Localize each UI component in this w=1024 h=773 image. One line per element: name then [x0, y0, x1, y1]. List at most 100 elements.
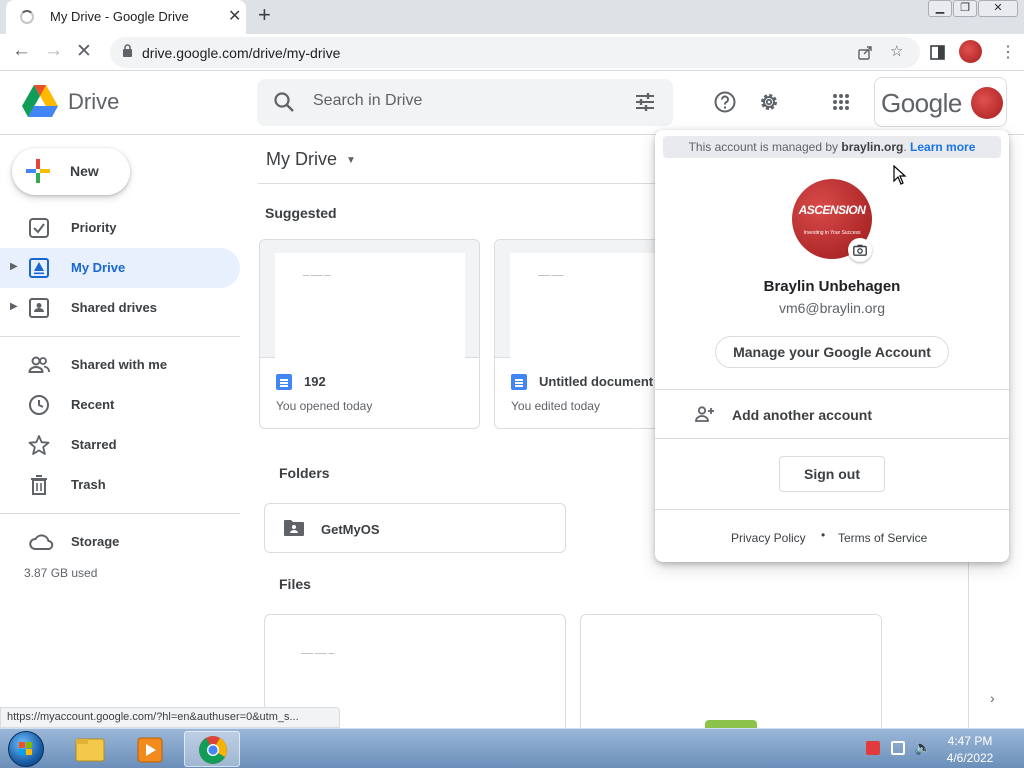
- storage-usage-text: 3.87 GB used: [24, 566, 98, 580]
- page-title[interactable]: My Drive: [266, 149, 337, 170]
- help-icon[interactable]: [714, 91, 736, 113]
- new-tab-button[interactable]: +: [258, 2, 271, 28]
- file-name: Untitled document: [539, 374, 654, 389]
- address-bar[interactable]: drive.google.com/drive/my-drive ☆: [110, 37, 920, 68]
- restore-window-button[interactable]: ❐: [953, 0, 977, 17]
- sidebar-item-recent[interactable]: Recent: [0, 385, 240, 425]
- expand-caret-icon[interactable]: ▶: [10, 301, 18, 312]
- managed-domain: braylin.org: [841, 140, 904, 154]
- taskbar-chrome[interactable]: [184, 731, 240, 767]
- folder-icon: [75, 738, 105, 762]
- link-status-bubble: https://myaccount.google.com/?hl=en&auth…: [0, 707, 340, 728]
- action-center-flag-icon[interactable]: [866, 741, 880, 755]
- close-window-button[interactable]: ✕: [978, 0, 1018, 17]
- file-thumbnail: — —— —: [260, 240, 479, 358]
- mouse-cursor-icon: [893, 165, 907, 185]
- sidebar-item-trash[interactable]: Trash: [0, 465, 240, 505]
- popup-divider: [655, 438, 1009, 439]
- google-apps-icon[interactable]: [832, 93, 850, 111]
- sidebar-item-label: Priority: [71, 220, 117, 235]
- change-photo-button[interactable]: [848, 238, 872, 262]
- trash-icon: [31, 475, 47, 495]
- sidebar-item-shared-with-me[interactable]: Shared with me: [0, 345, 240, 385]
- clock-date[interactable]: 4/6/2022: [940, 751, 1000, 765]
- browser-toolbar: ← → ✕ drive.google.com/drive/my-drive ☆ …: [0, 34, 1024, 71]
- close-tab-icon[interactable]: ✕: [228, 6, 241, 26]
- browser-tab[interactable]: My Drive - Google Drive ✕: [6, 0, 246, 34]
- folder-item[interactable]: GetMyOS: [264, 503, 566, 553]
- start-button[interactable]: [8, 731, 44, 767]
- link-separator: •: [821, 528, 826, 542]
- clock-time[interactable]: 4:47 PM: [940, 734, 1000, 748]
- back-button[interactable]: ←: [12, 40, 31, 62]
- expand-caret-icon[interactable]: ▶: [10, 261, 18, 272]
- camera-icon: [853, 244, 867, 256]
- search-input[interactable]: [313, 92, 613, 110]
- google-wordmark: Google: [881, 88, 962, 118]
- search-bar[interactable]: [257, 79, 673, 126]
- windows-logo-icon: [19, 742, 32, 755]
- terms-of-service-link[interactable]: Terms of Service: [838, 531, 927, 545]
- taskbar-media-player[interactable]: [122, 731, 178, 767]
- sidebar-item-label: Trash: [71, 477, 106, 492]
- account-popup: This account is managed by braylin.org. …: [655, 130, 1009, 562]
- thumbnail-text: — —— —: [303, 273, 331, 279]
- media-player-icon: [137, 737, 163, 763]
- drive-logo-icon[interactable]: [22, 85, 58, 117]
- sidebar-item-my-drive[interactable]: ▶ My Drive: [0, 248, 240, 288]
- new-button[interactable]: New: [12, 148, 130, 195]
- new-button-label: New: [70, 163, 99, 179]
- volume-icon[interactable]: 🔈: [914, 739, 931, 756]
- popup-divider: [655, 509, 1009, 510]
- title-divider: [258, 183, 658, 184]
- sidebar-item-label: Shared with me: [71, 357, 168, 372]
- expand-side-panel-icon[interactable]: ›: [990, 690, 995, 706]
- forward-button[interactable]: →: [44, 40, 63, 62]
- suggested-file-card[interactable]: — —— — 192 You opened today: [259, 239, 480, 429]
- stop-loading-button[interactable]: ✕: [76, 40, 92, 63]
- file-card[interactable]: [580, 614, 882, 734]
- clock-icon: [29, 395, 49, 415]
- avatar-logo-text: ASCENSION: [798, 203, 866, 217]
- suggested-heading: Suggested: [265, 205, 337, 221]
- profile-avatar[interactable]: [959, 40, 982, 63]
- sidebar-item-label: Starred: [71, 437, 117, 452]
- side-panel-icon[interactable]: [930, 45, 945, 60]
- share-icon[interactable]: [858, 45, 873, 60]
- document-page: — —— —: [275, 253, 465, 358]
- google-docs-icon: [276, 374, 292, 390]
- app-name[interactable]: Drive: [68, 89, 119, 115]
- file-name: 192: [304, 374, 326, 389]
- file-activity: You edited today: [511, 399, 600, 413]
- folder-name: GetMyOS: [321, 522, 380, 537]
- lock-icon: [123, 44, 132, 57]
- thumbnail-text: —— ——: [538, 273, 564, 279]
- manage-account-button[interactable]: Manage your Google Account: [715, 336, 949, 368]
- privacy-policy-link[interactable]: Privacy Policy: [731, 531, 806, 545]
- search-options-icon[interactable]: [634, 92, 656, 112]
- priority-icon: [29, 218, 49, 238]
- google-account-button[interactable]: Google: [874, 77, 1007, 127]
- google-docs-icon: [511, 374, 527, 390]
- sidebar-item-priority[interactable]: Priority: [0, 208, 240, 248]
- account-email: vm6@braylin.org: [778, 300, 886, 316]
- sidebar-item-storage[interactable]: Storage: [0, 522, 240, 562]
- sign-out-button[interactable]: Sign out: [779, 456, 885, 492]
- managed-prefix: This account is managed by: [688, 140, 839, 154]
- settings-gear-icon[interactable]: [758, 91, 780, 113]
- bookmark-star-icon[interactable]: ☆: [890, 42, 903, 60]
- minimize-window-button[interactable]: ▁: [928, 0, 952, 17]
- files-heading: Files: [279, 576, 311, 592]
- network-icon[interactable]: [891, 741, 905, 755]
- learn-more-link[interactable]: Learn more: [910, 140, 975, 154]
- cloud-icon: [29, 534, 54, 550]
- browser-menu-icon[interactable]: ⋮: [1000, 42, 1016, 62]
- sidebar-item-starred[interactable]: Starred: [0, 425, 240, 465]
- sidebar-item-shared-drives[interactable]: ▶ Shared drives: [0, 288, 240, 328]
- file-activity: You opened today: [276, 399, 373, 413]
- add-account-row[interactable]: Add another account: [655, 390, 1009, 438]
- taskbar-explorer[interactable]: [62, 731, 118, 767]
- chevron-down-icon[interactable]: ▼: [346, 155, 356, 166]
- people-icon: [28, 356, 50, 373]
- search-icon[interactable]: [273, 91, 295, 113]
